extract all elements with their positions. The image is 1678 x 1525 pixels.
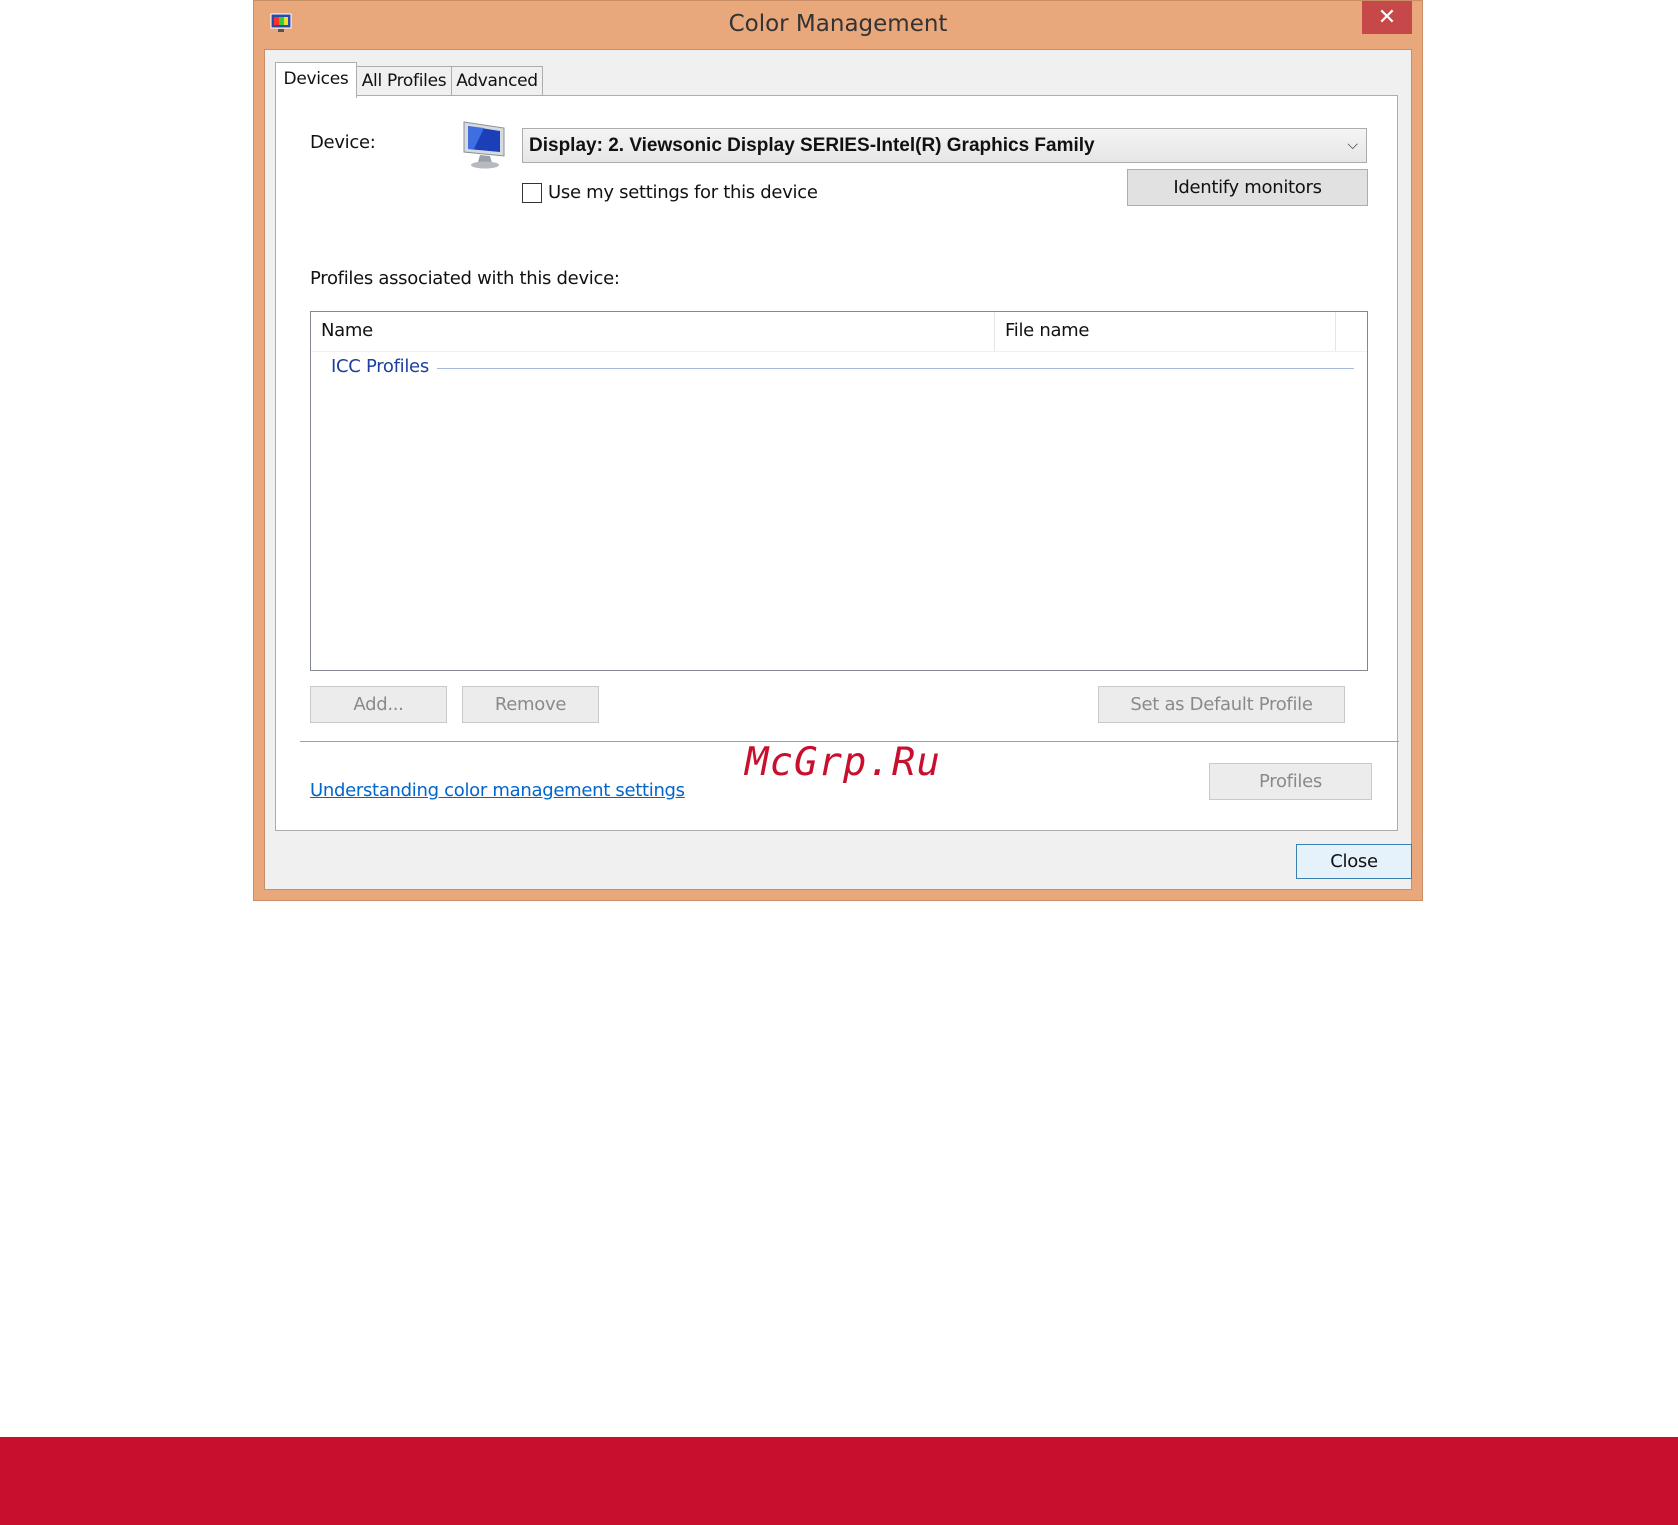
monitor-icon	[463, 121, 505, 169]
use-my-settings-checkbox[interactable]	[522, 183, 542, 203]
profiles-button[interactable]: Profiles	[1209, 763, 1372, 800]
add-profile-button[interactable]: Add...	[310, 686, 447, 723]
tab-advanced[interactable]: Advanced	[451, 66, 543, 96]
remove-profile-button[interactable]: Remove	[462, 686, 599, 723]
close-button[interactable]: Close	[1296, 844, 1412, 879]
chevron-down-icon: ⌵	[1347, 137, 1358, 153]
group-header-icc-profiles[interactable]: ICC Profiles	[331, 356, 429, 377]
identify-monitors-button[interactable]: Identify monitors	[1127, 169, 1368, 206]
understanding-settings-link[interactable]: Understanding color management settings	[310, 780, 685, 801]
device-label: Device:	[310, 132, 376, 153]
device-dropdown-value: Display: 2. Viewsonic Display SERIES-Int…	[529, 135, 1095, 156]
use-my-settings-label[interactable]: Use my settings for this device	[548, 182, 818, 203]
watermark: McGrp.Ru	[745, 740, 941, 785]
close-window-button[interactable]: ✕	[1362, 1, 1412, 34]
devices-panel: Device: Display: 2. Viewsonic Display SE…	[275, 95, 1399, 831]
column-header-name[interactable]: Name	[311, 312, 991, 351]
tab-all-profiles[interactable]: All Profiles	[356, 66, 452, 96]
column-header-file-name[interactable]: File name	[995, 312, 1335, 351]
profiles-list[interactable]: Name File name ICC Profiles	[310, 311, 1368, 671]
footer-bar	[0, 1437, 1678, 1525]
profiles-associated-label: Profiles associated with this device:	[310, 268, 620, 289]
window-title: Color Management	[728, 11, 948, 37]
set-default-profile-button[interactable]: Set as Default Profile	[1098, 686, 1345, 723]
title-bar[interactable]: Color Management ✕	[254, 1, 1422, 49]
column-divider[interactable]	[1335, 312, 1336, 351]
header-separator	[311, 351, 1367, 352]
group-header-line	[437, 368, 1354, 369]
tab-devices[interactable]: Devices	[275, 62, 357, 98]
device-dropdown[interactable]: Display: 2. Viewsonic Display SERIES-Int…	[522, 128, 1367, 163]
